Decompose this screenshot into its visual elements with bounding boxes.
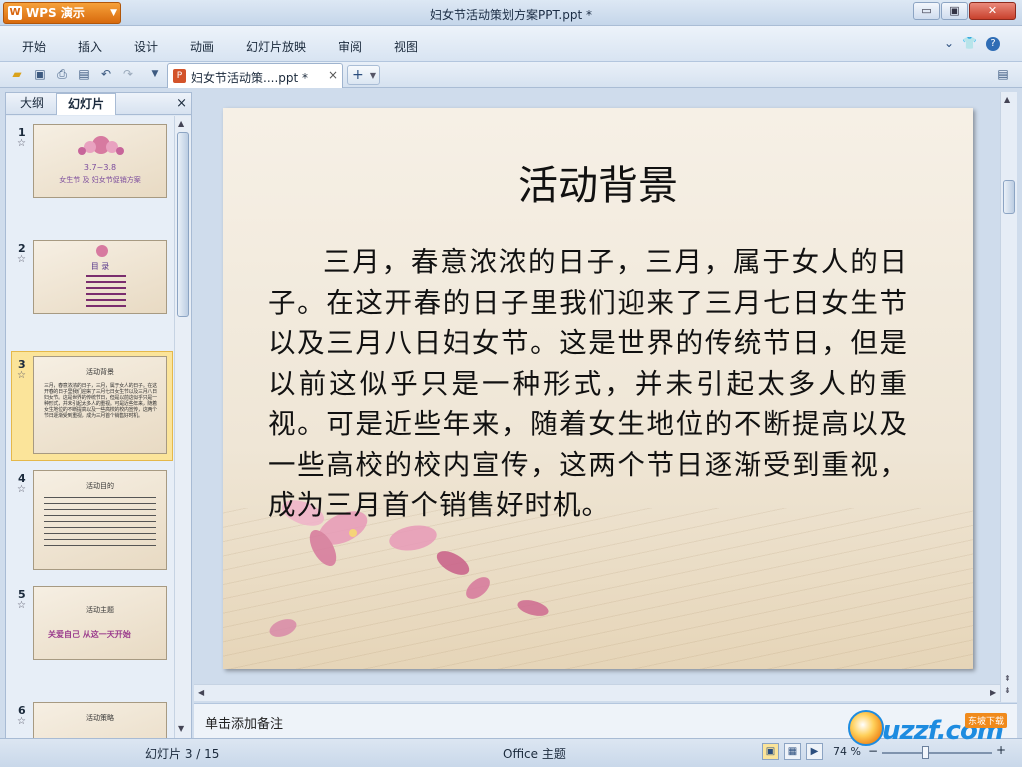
thumbnail-title: 活动背景	[86, 368, 114, 376]
site-watermark: uzzf.com 东坡下载	[848, 702, 1020, 764]
animation-star-icon: ☆	[17, 484, 26, 495]
theme-name: Office 主题	[503, 747, 566, 761]
save-icon[interactable]: ▣	[31, 65, 49, 83]
help-icon[interactable]: ?	[986, 37, 1000, 51]
title-bar: W WPS 演示 ▼ 妇女节活动策划方案PPT.ppt * ▭ ▣ ✕	[0, 0, 1022, 26]
slide-thumbnail-5[interactable]: 活动主题 关爱自己 从这一天开始	[33, 586, 167, 660]
slideshow-icon[interactable]: ▶	[806, 743, 823, 760]
scroll-right-icon[interactable]: ▶	[990, 688, 996, 697]
menu-design[interactable]: 设计	[134, 38, 158, 55]
watermark-badge: 东坡下载	[965, 713, 1008, 728]
slide-indicator: 幻灯片 3 / 15	[145, 747, 220, 761]
normal-view-icon[interactable]: ▣	[762, 743, 779, 760]
scrollbar-thumb[interactable]	[1003, 180, 1015, 214]
thumbnail-title: 3.7~3.8	[83, 163, 117, 172]
next-slide-icon[interactable]: ⇟	[1004, 686, 1011, 695]
scroll-up-icon[interactable]: ▲	[178, 119, 184, 128]
scroll-up-icon[interactable]: ▲	[1004, 95, 1010, 104]
slide-canvas[interactable]: 活动背景 三月，春意浓浓的日子，三月，属于女人的日子。在这开春的日子里我们迎来了…	[223, 108, 973, 669]
maximize-button[interactable]: ▣	[941, 2, 968, 20]
toolbar-dropdown-icon[interactable]: ▼	[146, 65, 164, 83]
animation-star-icon: ☆	[17, 716, 26, 727]
thumbnail-body-lines	[44, 497, 156, 547]
minimize-button[interactable]: ▭	[913, 2, 940, 20]
slide-editor-area: 活动背景 三月，春意浓浓的日子，三月，属于女人的日子。在这开春的日子里我们迎来了…	[194, 92, 1000, 702]
slides-panel: 大纲 幻灯片 × 1 ☆ 3.7~3.8 女生节 及 妇女节促销方案 2 ☆ 目…	[5, 92, 192, 738]
quick-access-toolbar: ▰ ▣ ⎙ ▤ ↶ ↷ ▼ P 妇女节活动策....ppt * × + ▼ ▤	[0, 62, 1022, 88]
animation-star-icon: ☆	[17, 600, 26, 611]
scroll-down-icon[interactable]: ▼	[178, 724, 184, 733]
editor-vertical-scrollbar[interactable]: ▲ ⇞ ⇟	[1000, 92, 1017, 702]
window-layout-icon[interactable]: ▤	[994, 65, 1012, 83]
editor-horizontal-scrollbar[interactable]: ◀ ▶	[194, 684, 1000, 701]
close-window-button[interactable]: ✕	[969, 2, 1016, 20]
chevron-down-icon[interactable]: ▼	[370, 67, 376, 85]
menu-view[interactable]: 视图	[394, 38, 418, 55]
print-icon[interactable]: ⎙	[53, 65, 71, 83]
thumbnail-body: 三月，春意浓浓的日子，三月，属于女人的日子。在这开春的日子里我们迎来了三月七日女…	[44, 383, 157, 419]
slide-body-text[interactable]: 三月，春意浓浓的日子，三月，属于女人的日子。在这开春的日子里我们迎来了三月七日女…	[268, 242, 908, 526]
tab-outline[interactable]: 大纲	[10, 93, 54, 115]
menu-slideshow[interactable]: 幻灯片放映	[246, 38, 306, 55]
menu-home[interactable]: 开始	[22, 38, 46, 55]
thumbnail-scrollbar[interactable]: ▲ ▼	[174, 116, 191, 738]
animation-star-icon: ☆	[17, 254, 26, 265]
thumbnail-title: 活动目的	[86, 482, 114, 490]
thumbnail-contents-list	[86, 275, 126, 311]
ribbon-collapse-icon[interactable]: ⌄	[944, 36, 954, 50]
ppt-file-icon: P	[173, 69, 186, 83]
slide-thumbnail-list: 1 ☆ 3.7~3.8 女生节 及 妇女节促销方案 2 ☆ 目 录 3 ☆ 活动…	[6, 116, 174, 738]
open-folder-icon[interactable]: ▰	[8, 65, 26, 83]
new-tab-button[interactable]: + ▼	[347, 65, 380, 85]
slide-thumbnail-6[interactable]: 活动策略	[33, 702, 167, 738]
skin-icon[interactable]: 👕	[962, 36, 977, 50]
notes-placeholder: 单击添加备注	[205, 717, 284, 732]
document-tab-label: 妇女节活动策....ppt *	[191, 71, 309, 85]
document-tab[interactable]: P 妇女节活动策....ppt * ×	[167, 63, 343, 88]
menu-review[interactable]: 审阅	[338, 38, 362, 55]
close-panel-icon[interactable]: ×	[176, 96, 187, 111]
slide-thumbnail-4[interactable]: 活动目的	[33, 470, 167, 570]
close-tab-icon[interactable]: ×	[328, 68, 338, 82]
slide-thumbnail-3[interactable]: 活动背景 三月，春意浓浓的日子，三月，属于女人的日子。在这开春的日子里我们迎来了…	[33, 356, 167, 454]
animation-star-icon: ☆	[17, 138, 26, 149]
scroll-left-icon[interactable]: ◀	[198, 688, 204, 697]
slide-thumbnail-2[interactable]: 目 录	[33, 240, 167, 314]
flower-icon	[78, 136, 124, 155]
menu-animation[interactable]: 动画	[190, 38, 214, 55]
thumbnail-title: 目 录	[90, 262, 110, 271]
thumbnail-subtitle: 女生节 及 妇女节促销方案	[59, 176, 141, 184]
thumbnail-subtitle: 关爱自己 从这一天开始	[48, 630, 131, 639]
undo-icon[interactable]: ↶	[97, 65, 115, 83]
animation-star-icon: ☆	[17, 370, 26, 381]
flower-icon	[96, 245, 108, 257]
scrollbar-thumb[interactable]	[177, 132, 189, 317]
panel-tabs: 大纲 幻灯片 ×	[6, 93, 191, 115]
watermark-logo-icon	[848, 710, 884, 746]
slide-sorter-icon[interactable]: ▦	[784, 743, 801, 760]
menu-insert[interactable]: 插入	[78, 38, 102, 55]
slide-title[interactable]: 活动背景	[223, 153, 973, 211]
thumbnail-title: 活动主题	[86, 606, 114, 614]
window-title: 妇女节活动策划方案PPT.ppt *	[430, 8, 592, 22]
plus-icon: +	[352, 67, 364, 83]
previous-slide-icon[interactable]: ⇞	[1004, 674, 1011, 683]
thumbnail-title: 活动策略	[86, 714, 114, 722]
print-preview-icon[interactable]: ▤	[75, 65, 93, 83]
redo-icon[interactable]: ↷	[119, 65, 137, 83]
slide-thumbnail-1[interactable]: 3.7~3.8 女生节 及 妇女节促销方案	[33, 124, 167, 198]
ribbon-menu-bar: 开始 插入 设计 动画 幻灯片放映 审阅 视图 ⌄ 👕 ?	[0, 26, 1022, 62]
tab-slides[interactable]: 幻灯片	[56, 93, 116, 115]
